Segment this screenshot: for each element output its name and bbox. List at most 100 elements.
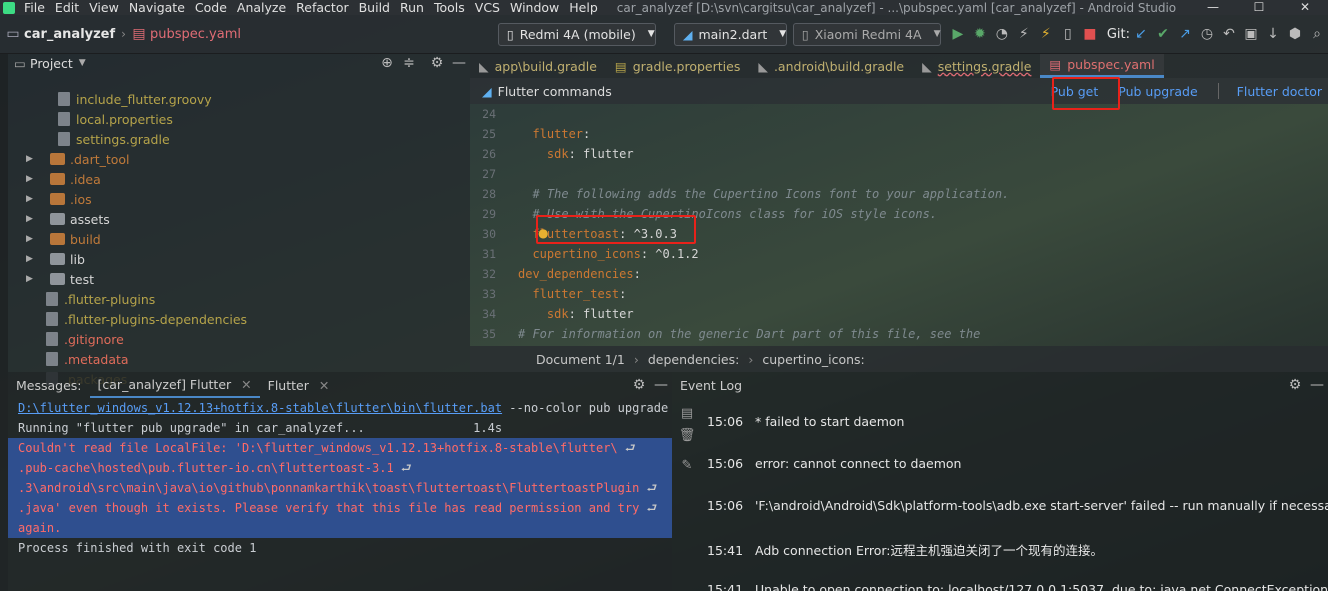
tree-folder[interactable]: ▶ .ios xyxy=(8,189,470,209)
tree-folder[interactable]: ▶ test xyxy=(8,269,470,289)
sdk-manager-icon[interactable]: ↓ xyxy=(1262,23,1284,45)
tab-android-build-gradle[interactable]: ◣ .android\build.gradle xyxy=(749,54,913,78)
menu-view[interactable]: View xyxy=(84,0,124,15)
close-icon[interactable]: ✕ xyxy=(319,378,329,393)
collapse-icon[interactable]: ≑ xyxy=(398,52,420,74)
tree-file[interactable]: settings.gradle xyxy=(8,129,470,149)
menu-window[interactable]: Window xyxy=(505,0,564,15)
mark-read-icon[interactable]: ▤ xyxy=(676,402,698,424)
tab-gradle-properties[interactable]: ▤ gradle.properties xyxy=(606,54,749,78)
menu-refactor[interactable]: Refactor xyxy=(291,0,353,15)
locate-icon[interactable]: ⊕ xyxy=(376,52,398,74)
menu-navigate[interactable]: Navigate xyxy=(124,0,190,15)
rollback-icon[interactable]: ↶ xyxy=(1218,23,1240,45)
expand-arrow-icon[interactable]: ▶ xyxy=(26,214,38,224)
debug-icon[interactable]: ✹ xyxy=(969,23,991,45)
tree-file[interactable]: .flutter-plugins-dependencies xyxy=(8,309,470,329)
flutter-doctor-link[interactable]: Flutter doctor xyxy=(1237,84,1322,99)
git-commit-icon[interactable]: ✔ xyxy=(1152,23,1174,45)
folder-icon xyxy=(50,213,65,225)
hide-icon[interactable]: — xyxy=(448,52,470,74)
git-update-icon[interactable]: ↙ xyxy=(1130,23,1152,45)
expand-arrow-icon[interactable]: ▶ xyxy=(26,254,38,264)
expand-arrow-icon[interactable]: ▶ xyxy=(26,174,38,184)
maximize-button[interactable]: ☐ xyxy=(1236,0,1282,15)
tab-app-build-gradle[interactable]: ◣ app\build.gradle xyxy=(470,54,606,78)
menu-analyze[interactable]: Analyze xyxy=(232,0,291,15)
folder-icon: ▭ xyxy=(6,26,20,42)
gear-icon[interactable]: ⚙ xyxy=(628,374,650,396)
gear-icon[interactable]: ⚙ xyxy=(1284,374,1306,396)
hide-icon[interactable]: — xyxy=(1306,374,1328,396)
tree-folder[interactable]: ▶ assets xyxy=(8,209,470,229)
yaml-value: flutter xyxy=(583,147,634,161)
pub-upgrade-link[interactable]: Pub upgrade xyxy=(1118,84,1197,99)
device2-selector[interactable]: ▯ Xiaomi Redmi 4A ▼ xyxy=(792,22,941,46)
menu-edit[interactable]: Edit xyxy=(50,0,84,15)
output-line: again. xyxy=(8,518,672,538)
tree-file[interactable]: .metadata xyxy=(8,349,470,369)
attach-icon[interactable]: ⚡ xyxy=(1013,23,1035,45)
gear-icon[interactable]: ⚙ xyxy=(426,52,448,74)
run-config-selector[interactable]: ◢ main2.dart ▼ xyxy=(673,22,787,46)
properties-icon: ▤ xyxy=(614,58,627,74)
expand-arrow-icon[interactable]: ▶ xyxy=(26,194,38,204)
breadcrumb-dependencies[interactable]: dependencies: xyxy=(648,352,739,367)
folder-icon xyxy=(50,153,65,165)
hide-icon[interactable]: — xyxy=(650,374,672,396)
hot-reload-icon[interactable]: ⚡ xyxy=(1035,23,1057,45)
device-selector[interactable]: ▯ Redmi 4A (mobile) ▼ xyxy=(497,22,656,46)
breadcrumb-project[interactable]: car_analyzef xyxy=(24,27,115,42)
menu-run[interactable]: Run xyxy=(395,0,429,15)
tree-file[interactable]: .gitignore xyxy=(8,329,470,349)
trash-icon[interactable]: 🗑 xyxy=(676,424,698,446)
minimize-button[interactable]: — xyxy=(1190,0,1236,15)
breadcrumb-cupertino-icons[interactable]: cupertino_icons: xyxy=(762,352,864,367)
tree-file[interactable]: .flutter-plugins xyxy=(8,289,470,309)
history-icon[interactable]: ◷ xyxy=(1196,23,1218,45)
messages-output[interactable]: D:\flutter_windows_v1.12.13+hotfix.8-sta… xyxy=(8,398,672,558)
chevron-down-icon: ▼ xyxy=(933,29,941,39)
breadcrumb-file[interactable]: pubspec.yaml xyxy=(150,27,241,42)
menu-build[interactable]: Build xyxy=(354,0,395,15)
menu-tools[interactable]: Tools xyxy=(429,0,470,15)
menu-file[interactable]: File xyxy=(19,0,50,15)
tab-settings-gradle[interactable]: ◣ settings.gradle xyxy=(913,54,1040,78)
wrench-icon[interactable]: ✎ xyxy=(676,454,698,476)
project-tree: include_flutter.groovy local.properties se… xyxy=(8,72,470,389)
output-link[interactable]: D:\flutter_windows_v1.12.13+hotfix.8-sta… xyxy=(18,401,502,415)
stop-icon[interactable]: ■ xyxy=(1079,23,1101,45)
tree-folder[interactable]: ▶ .idea xyxy=(8,169,470,189)
tree-folder[interactable]: ▶ .dart_tool xyxy=(8,149,470,169)
terminal-icon[interactable]: ▣ xyxy=(1240,23,1262,45)
tree-folder[interactable]: ▶ lib xyxy=(8,249,470,269)
tree-folder[interactable]: ▶ build xyxy=(8,229,470,249)
device-manager-icon[interactable]: ▯ xyxy=(1057,23,1079,45)
event-log-entry: 15:06 error: cannot connect to daemon xyxy=(707,456,961,471)
project-view-selector[interactable]: Project xyxy=(30,56,73,71)
structure-icon[interactable]: ⬢ xyxy=(1284,23,1306,45)
tab-pubspec-yaml[interactable]: ▤ pubspec.yaml xyxy=(1040,54,1164,78)
soft-wrap-icon: ⮐ xyxy=(617,441,636,455)
profile-icon[interactable]: ◔ xyxy=(991,23,1013,45)
soft-wrap-icon: ⮐ xyxy=(393,461,412,475)
menu-vcs[interactable]: VCS xyxy=(470,0,505,15)
close-icon[interactable]: ✕ xyxy=(241,377,251,392)
search-icon[interactable]: ⌕ xyxy=(1306,23,1328,45)
breadcrumb-document[interactable]: Document 1/1 xyxy=(536,352,625,367)
chevron-down-icon[interactable]: ▼ xyxy=(79,58,86,68)
menu-code[interactable]: Code xyxy=(190,0,232,15)
expand-arrow-icon[interactable]: ▶ xyxy=(26,274,38,284)
run-icon[interactable]: ▶ xyxy=(947,23,969,45)
file-icon xyxy=(46,292,58,306)
expand-arrow-icon[interactable]: ▶ xyxy=(26,234,38,244)
menu-help[interactable]: Help xyxy=(564,0,603,15)
folder-icon xyxy=(50,273,65,285)
expand-arrow-icon[interactable]: ▶ xyxy=(26,154,38,164)
close-window-button[interactable]: ✕ xyxy=(1282,0,1328,15)
tab-car-analyzef-flutter[interactable]: [car_analyzef] Flutter ✕ xyxy=(89,372,260,398)
git-push-icon[interactable]: ↗ xyxy=(1174,23,1196,45)
tree-file[interactable]: local.properties xyxy=(8,109,470,129)
tab-flutter[interactable]: Flutter ✕ xyxy=(260,378,338,393)
tree-file[interactable]: include_flutter.groovy xyxy=(8,89,470,109)
